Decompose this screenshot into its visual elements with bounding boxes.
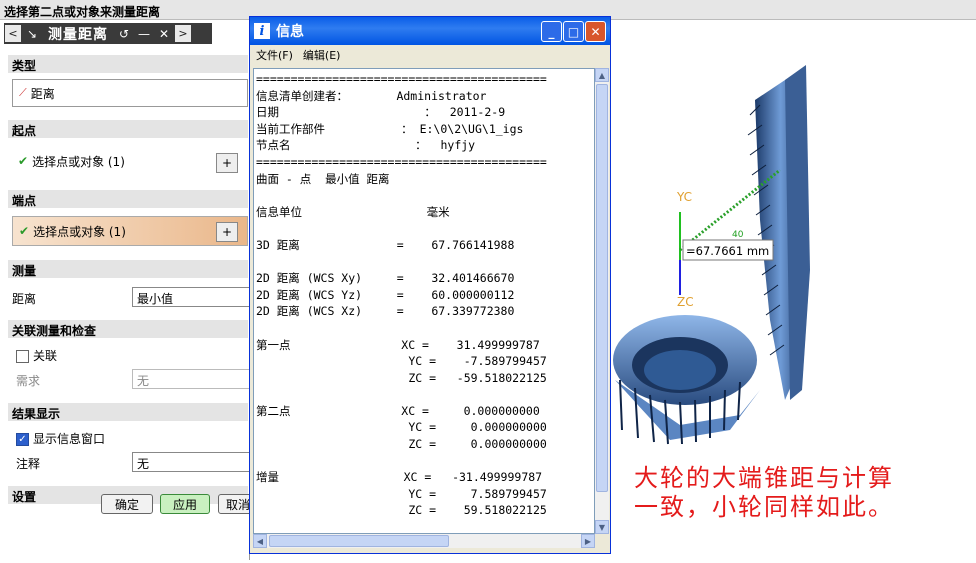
start-section-header[interactable]: 起点 [8, 120, 248, 138]
end-select-label: 选择点或对象 (1) [33, 224, 126, 239]
assoc-section-header[interactable]: 关联测量和检查 [8, 320, 248, 338]
vertical-scroll-thumb[interactable] [596, 84, 608, 492]
show-info-label: 显示信息窗口 [33, 432, 106, 446]
scroll-down-icon[interactable]: ▼ [595, 520, 609, 534]
panel-title: 测量距离 [48, 26, 108, 43]
note-select[interactable]: 无 [132, 452, 250, 472]
minimize-button[interactable]: — [136, 25, 152, 42]
scroll-left-icon[interactable]: ◀ [253, 534, 267, 548]
info-line: YC = -7.589799457 [256, 354, 547, 369]
horizontal-scrollbar[interactable]: ◀ ▶ [253, 534, 595, 548]
note-label: 注释 [16, 457, 41, 471]
end-point-constructor-button[interactable]: + [216, 222, 238, 242]
next-button[interactable]: > [175, 25, 191, 42]
annotation-line2: 一致，小轮同样如此。 [634, 493, 894, 521]
info-line: YC = 7.589799457 [256, 486, 547, 501]
type-section-header[interactable]: 类型 [8, 55, 248, 73]
info-line: 第一点 XC = 31.499999787 [256, 337, 540, 352]
info-line: YC = 0.000000000 [256, 420, 547, 435]
check-icon: ✔ [19, 224, 30, 238]
check-icon: ✔ [18, 154, 29, 168]
distance-label: 距离 [12, 292, 37, 306]
ruler-icon: ⟋ [19, 86, 27, 99]
info-text-area[interactable]: ========================================… [253, 68, 595, 534]
info-lines: ========================================… [254, 69, 594, 521]
apply-button[interactable]: 应用 [160, 494, 210, 514]
arrow-icon: ↘ [26, 26, 38, 41]
require-label: 需求 [16, 374, 41, 388]
info-line: 曲面 - 点 最小值 距离 [256, 171, 390, 186]
close-button[interactable]: ✕ [156, 25, 172, 42]
prompt-text: 选择第二点或对象来测量距离 [4, 5, 161, 19]
window-close-button[interactable]: ✕ [585, 21, 606, 42]
info-line: 2D 距离 (WCS Yz) = 60.000000112 [256, 287, 515, 302]
red-annotation: 大轮的大端锥距与计算 一致，小轮同样如此。 [634, 464, 894, 522]
start-point-selector[interactable]: ✔ 选择点或对象 (1) [12, 146, 212, 176]
type-value: 距离 [30, 86, 55, 101]
checkbox-checked-icon: ✓ [16, 433, 29, 446]
reset-button[interactable]: ↺ [116, 25, 132, 42]
info-menubar: 文件(F) 编辑(E) [250, 45, 610, 65]
measure-section-header[interactable]: 测量 [8, 260, 248, 278]
assoc-label: 关联 [33, 349, 58, 363]
type-dropdown[interactable]: ⟋ 距离 [12, 79, 248, 107]
info-line: ZC = 0.000000000 [256, 437, 547, 452]
measure-readout: =67.7661 mm [686, 244, 769, 258]
info-title: 信息 [276, 24, 304, 40]
distance-select[interactable]: 最小值 [132, 287, 250, 307]
require-select[interactable]: 无 [132, 369, 250, 389]
vertical-scrollbar[interactable]: ▲ ▼ [595, 68, 609, 534]
info-line: ========================================… [256, 72, 547, 86]
info-line: 2D 距离 (WCS Xy) = 32.401466670 [256, 271, 515, 286]
window-maximize-button[interactable]: □ [563, 21, 584, 42]
info-line: 2D 距离 (WCS Xz) = 67.339772380 [256, 304, 515, 319]
ok-button[interactable]: 确定 [101, 494, 153, 514]
start-select-label: 选择点或对象 (1) [32, 154, 125, 169]
zc-label: ZC [677, 295, 694, 309]
info-icon: i [254, 23, 270, 39]
show-info-checkbox[interactable]: ✓ 显示信息窗口 [16, 430, 105, 447]
info-line: 增量 XC = -31.499999787 [256, 470, 543, 485]
scroll-right-icon[interactable]: ▶ [581, 534, 595, 548]
panel-toolbar: < ↘ 测量距离 ↺ — ✕ > [4, 23, 212, 44]
point-icon: + [221, 156, 233, 170]
menu-edit[interactable]: 编辑(E) [303, 47, 341, 63]
start-point-constructor-button[interactable]: + [216, 153, 238, 173]
assoc-checkbox[interactable]: 关联 [16, 347, 57, 364]
end-point-selector[interactable]: ✔ 选择点或对象 (1) [12, 216, 248, 246]
checkbox-box [16, 350, 29, 363]
info-line: ZC = -59.518022125 [256, 370, 547, 385]
info-line: ZC = 59.518022125 [256, 503, 547, 518]
annotation-line1: 大轮的大端锥距与计算 [634, 464, 894, 492]
window-minimize-button[interactable]: _ [541, 21, 562, 42]
info-window: i 信息 _ □ ✕ 文件(F) 编辑(E) =================… [249, 16, 611, 554]
info-line: 当前工作部件 ： E:\0\2\UG\1_igs [256, 121, 524, 136]
info-line: ========================================… [256, 154, 547, 169]
scroll-up-icon[interactable]: ▲ [595, 68, 609, 82]
info-line: 日期 ： 2011-2-9 [256, 105, 506, 120]
info-line: 3D 距离 = 67.766141988 [256, 237, 515, 252]
info-line: 信息单位 毫米 [256, 204, 450, 219]
point-icon: + [221, 225, 233, 239]
prev-button[interactable]: < [5, 25, 21, 42]
result-section-header[interactable]: 结果显示 [8, 403, 248, 421]
info-line: 第二点 XC = 0.000000000 [256, 403, 540, 418]
info-line: 节点名 ： hyfjy [256, 138, 476, 153]
end-section-header[interactable]: 端点 [8, 190, 248, 208]
measure-distance-panel: < ↘ 测量距离 ↺ — ✕ > 类型 ⟋ 距离 起点 ✔ 选择点或对象 (1)… [0, 20, 258, 560]
menu-file[interactable]: 文件(F) [256, 47, 293, 63]
ruler-tick-label: 40 [732, 230, 744, 240]
yc-label: YC [676, 190, 692, 204]
info-line: 信息清单创建者： Administrator [256, 88, 487, 103]
horizontal-scroll-thumb[interactable] [269, 535, 449, 547]
